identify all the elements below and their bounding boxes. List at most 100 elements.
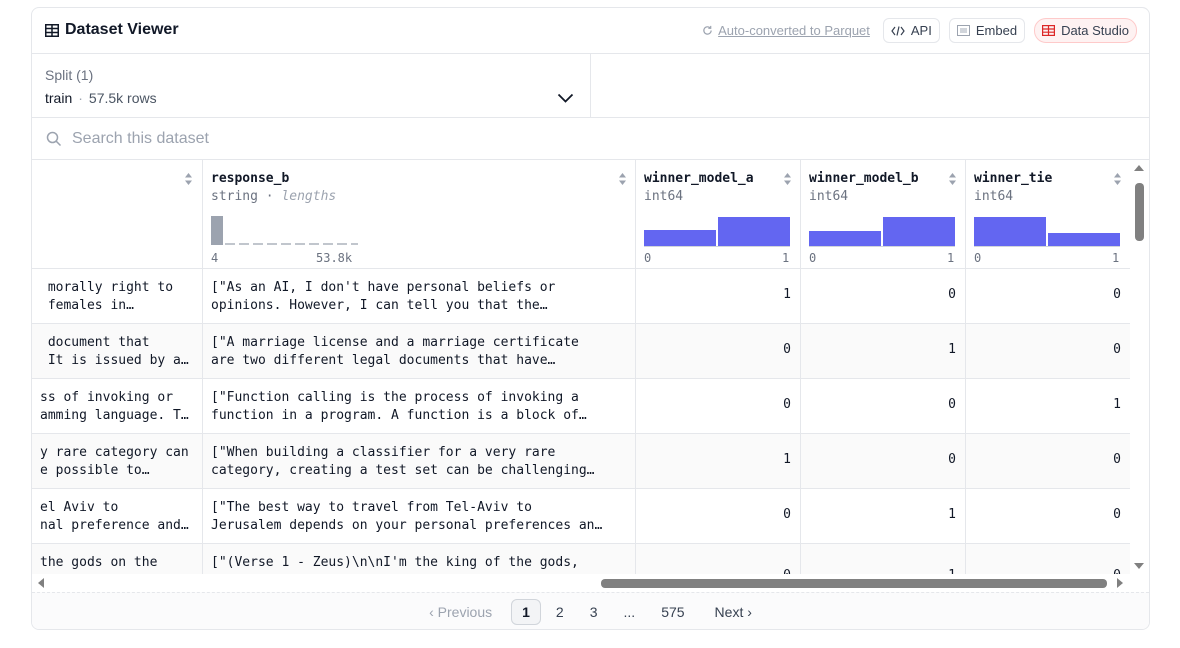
horizontal-scroll-thumb[interactable] — [601, 579, 1107, 588]
table-cell[interactable]: 0 — [636, 489, 801, 544]
table-cell[interactable]: ["When building a classifier for a very … — [203, 434, 636, 489]
histogram-max: 1 — [1112, 251, 1120, 265]
table-cell[interactable]: 1 — [801, 324, 966, 379]
table-cell[interactable]: ["Function calling is the process of inv… — [203, 379, 636, 434]
table-row[interactable]: ss of invoking or amming language. T… ["F… — [32, 379, 1130, 434]
embed-label: Embed — [975, 23, 1018, 38]
scroll-up-arrow-icon[interactable] — [1133, 164, 1145, 172]
table-cell[interactable]: 0 — [801, 269, 966, 324]
table-row[interactable]: document that It is issued by a… ["A mar… — [32, 324, 1130, 379]
table-row[interactable]: morally right to females in… ["As an AI,… — [32, 269, 1130, 324]
split-row-count: 57.5k rows — [88, 90, 157, 106]
table-cell[interactable]: ss of invoking or amming language. T… — [32, 379, 203, 434]
histogram-bar[interactable] — [883, 217, 955, 246]
scroll-left-arrow-icon[interactable] — [37, 577, 45, 589]
split-spacer — [591, 54, 1149, 118]
table-cell[interactable]: 0 — [966, 544, 1130, 574]
histogram-bar[interactable] — [644, 230, 716, 246]
api-label: API — [910, 23, 932, 38]
search-icon — [46, 131, 62, 147]
table-cell[interactable]: 0 — [966, 489, 1130, 544]
table-cell[interactable]: 1 — [801, 489, 966, 544]
table-cell[interactable]: 1 — [966, 379, 1130, 434]
code-icon — [891, 25, 905, 36]
table-cell[interactable]: 0 — [636, 544, 801, 574]
viewer-title: Dataset Viewer — [45, 21, 179, 39]
split-value: train · 57.5k rows — [45, 90, 157, 106]
histogram-bar[interactable] — [974, 217, 1046, 246]
page-button-575[interactable]: 575 — [650, 599, 695, 625]
histogram-baseline — [974, 246, 1120, 247]
auto-converted-link[interactable]: Auto-converted to Parquet — [702, 23, 870, 38]
col-header-winner-model-b[interactable]: winner_model_b int64 0 1 — [801, 160, 966, 269]
scroll-right-arrow-icon[interactable] — [1116, 577, 1124, 589]
col-header-winner-tie[interactable]: winner_tie int64 0 1 — [966, 160, 1130, 269]
scroll-down-arrow-icon[interactable] — [1133, 562, 1145, 570]
data-studio-icon — [1042, 25, 1056, 36]
histogram-bar[interactable] — [211, 216, 223, 245]
col-header-winner-model-a[interactable]: winner_model_a int64 0 1 — [636, 160, 801, 269]
data-table: response_b string · lengths 4 53.8k winn… — [32, 160, 1130, 574]
table-cell[interactable]: 0 — [801, 434, 966, 489]
column-name: winner_model_a — [644, 171, 754, 186]
table-cell[interactable]: morally right to females in… — [32, 269, 203, 324]
table-cell[interactable]: 0 — [966, 434, 1130, 489]
histogram-baseline — [644, 246, 790, 247]
histogram-bar[interactable] — [718, 217, 790, 246]
data-studio-button[interactable]: Data Studio — [1034, 18, 1137, 43]
table-row[interactable]: the gods on the ["(Verse 1 - Zeus)\n\nI'… — [32, 544, 1130, 574]
auto-converted-label: Auto-converted to Parquet — [718, 23, 870, 38]
table-cell[interactable]: 1 — [636, 269, 801, 324]
split-separator: · — [78, 90, 83, 106]
histogram-baseline — [809, 246, 955, 247]
sort-icon[interactable] — [618, 172, 627, 186]
table-cell[interactable]: 0 — [966, 324, 1130, 379]
chevron-down-icon — [557, 93, 574, 103]
table-cell[interactable]: 0 — [636, 379, 801, 434]
vertical-scrollbar[interactable] — [1131, 160, 1149, 574]
table-cell[interactable]: the gods on the — [32, 544, 203, 574]
table-cell[interactable]: ["(Verse 1 - Zeus)\n\nI'm the king of th… — [203, 544, 636, 574]
split-selector[interactable]: Split (1) train · 57.5k rows — [32, 54, 591, 118]
page-button-1[interactable]: 1 — [511, 599, 541, 625]
column-type: string · lengths — [211, 189, 337, 204]
table-row[interactable]: el Aviv to nal preference and… ["The best… — [32, 489, 1130, 544]
viewer-header: Dataset Viewer Auto-converted to Parquet… — [32, 8, 1149, 54]
api-button[interactable]: API — [882, 18, 940, 43]
horizontal-scrollbar[interactable] — [32, 574, 1132, 592]
page-button-3[interactable]: 3 — [579, 599, 609, 625]
table-cell[interactable]: 1 — [801, 544, 966, 574]
sort-icon[interactable] — [948, 172, 957, 186]
table-cell[interactable]: 1 — [636, 434, 801, 489]
previous-page-button[interactable]: ‹ Previous — [414, 599, 507, 625]
table-cell[interactable]: el Aviv to nal preference and… — [32, 489, 203, 544]
dataset-viewer: Dataset Viewer Auto-converted to Parquet… — [31, 7, 1150, 630]
sort-icon[interactable] — [783, 172, 792, 186]
table-cell[interactable]: document that It is issued by a… — [32, 324, 203, 379]
next-page-button[interactable]: Next › — [700, 599, 767, 625]
table-cell[interactable]: 0 — [966, 269, 1130, 324]
embed-button[interactable]: Embed — [948, 18, 1026, 43]
table-cell[interactable]: y rare category can e possible to… — [32, 434, 203, 489]
sort-icon[interactable] — [184, 172, 193, 186]
column-name: response_b — [211, 171, 290, 186]
histogram-min: 0 — [644, 251, 652, 265]
sort-icon[interactable] — [1113, 172, 1122, 186]
split-label: Split (1) — [45, 67, 94, 83]
table-cell[interactable]: 0 — [801, 379, 966, 434]
search-input[interactable] — [72, 128, 672, 150]
vertical-scroll-thumb[interactable] — [1135, 183, 1144, 241]
histogram-bar[interactable] — [809, 231, 881, 246]
table-cell[interactable]: 0 — [636, 324, 801, 379]
table-cell[interactable]: ["The best way to travel from Tel-Aviv t… — [203, 489, 636, 544]
col-header-prev — [32, 160, 203, 269]
table-cell[interactable]: ["As an AI, I don't have personal belief… — [203, 269, 636, 324]
embed-icon — [956, 25, 970, 36]
table-cell[interactable]: ["A marriage license and a marriage cert… — [203, 324, 636, 379]
table-row[interactable]: y rare category can e possible to… ["When… — [32, 434, 1130, 489]
page-ellipsis: ... — [623, 604, 636, 620]
col-header-response-b[interactable]: response_b string · lengths 4 53.8k — [203, 160, 636, 269]
table-icon — [45, 23, 59, 37]
histogram-bar[interactable] — [1048, 233, 1120, 246]
page-button-2[interactable]: 2 — [545, 599, 575, 625]
